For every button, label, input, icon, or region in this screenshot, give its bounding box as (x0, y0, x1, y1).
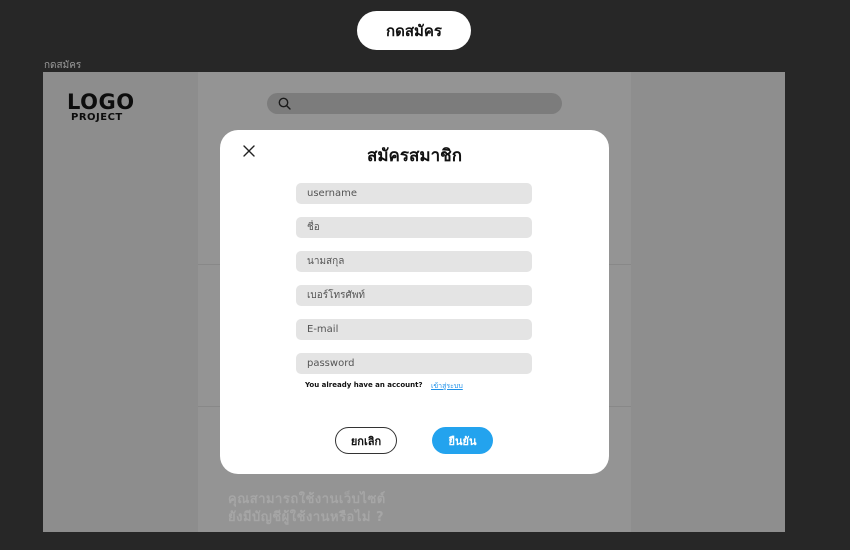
password-field[interactable] (296, 353, 532, 374)
right-panel (631, 72, 785, 532)
logo-subtext: PROJECT (71, 112, 123, 123)
signup-modal: สมัครสมาชิก You already have an account?… (220, 130, 609, 474)
phone-field[interactable] (296, 285, 532, 306)
search-icon (278, 97, 291, 110)
cancel-button[interactable]: ยกเลิก (335, 427, 397, 454)
confirm-button[interactable]: ยืนยัน (432, 427, 493, 454)
login-link[interactable]: เข้าสู่ระบบ (431, 381, 463, 392)
frame-label: กดสมัคร (44, 60, 82, 71)
last-name-field[interactable] (296, 251, 532, 272)
modal-title: สมัครสมาชิก (366, 146, 463, 166)
signup-trigger-button[interactable]: กดสมัคร (357, 11, 471, 50)
logo-text: LOGO (67, 90, 135, 114)
logo: LOGO PROJECT (67, 92, 135, 123)
email-field[interactable] (296, 319, 532, 340)
username-field[interactable] (296, 183, 532, 204)
account-prompt: You already have an account? (305, 381, 423, 389)
faded-background-text: ยังมีบัญชีผู้ใช้งานหรือไม่ ? (228, 510, 385, 525)
first-name-field[interactable] (296, 217, 532, 238)
sidebar (43, 72, 198, 532)
search-bar[interactable] (267, 93, 562, 114)
